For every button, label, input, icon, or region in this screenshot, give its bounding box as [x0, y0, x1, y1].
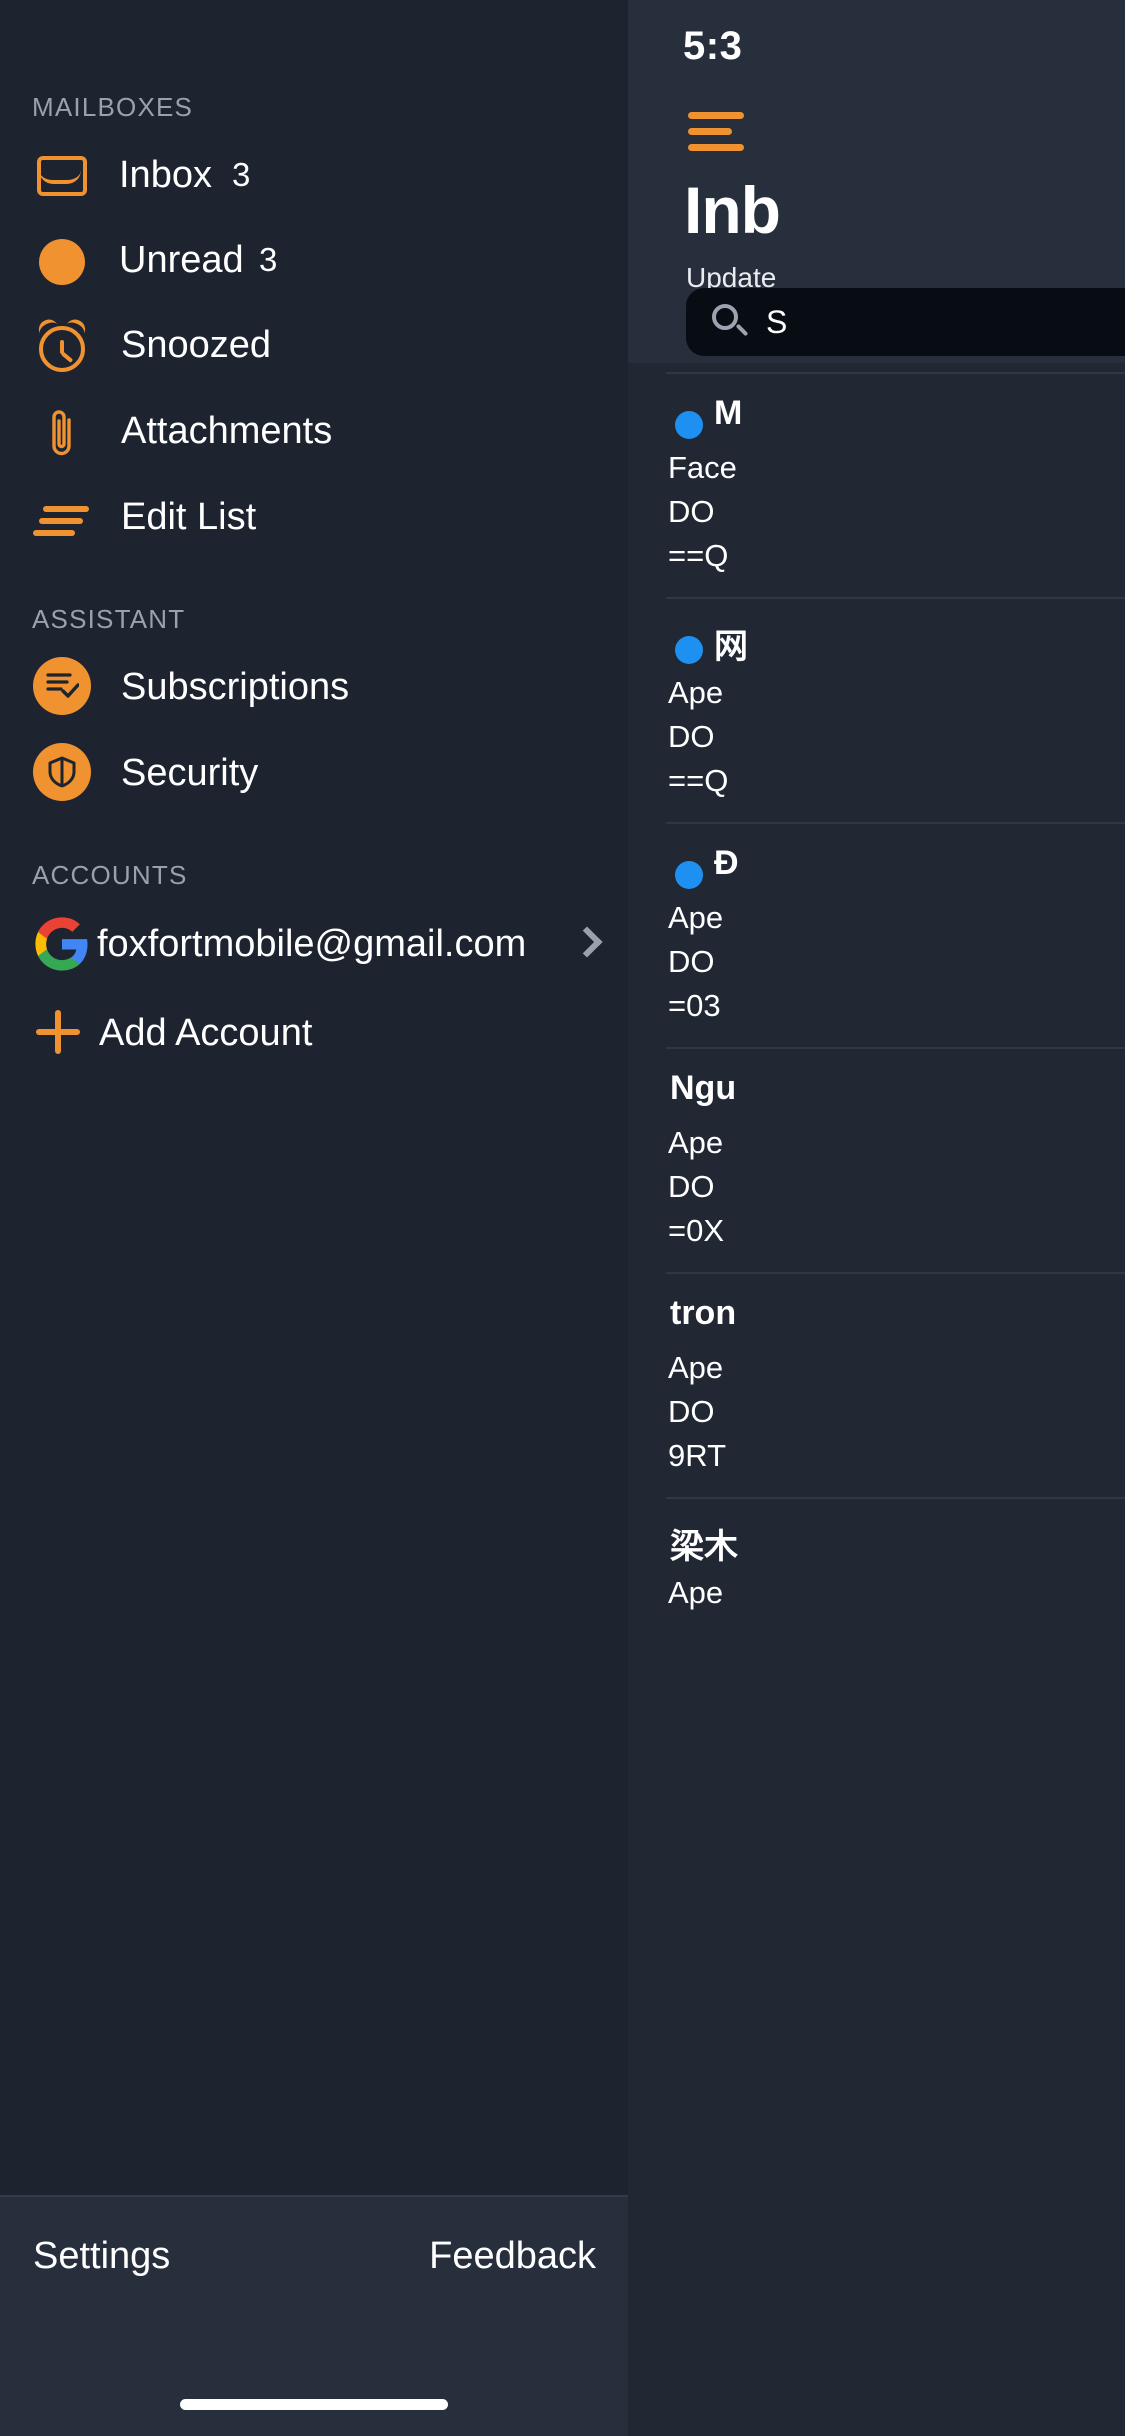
mail-preview-line-2: =0X — [668, 1213, 725, 1248]
sidebar-item-label-unread: Unread — [119, 239, 244, 281]
status-bar-time: 5:3 — [683, 24, 743, 68]
home-indicator — [180, 2399, 448, 2410]
sidebar-item-attachments[interactable]: Attachments — [0, 388, 628, 474]
mail-sender: 网 — [714, 628, 748, 666]
unread-indicator-dot — [675, 861, 703, 889]
inbox-icon — [33, 132, 89, 218]
list-separator — [666, 1047, 1125, 1049]
sidebar-item-label-add-account: Add Account — [99, 1012, 313, 1054]
sidebar-badge-unread: 3 — [259, 241, 278, 278]
mail-preview-line-1: DO — [668, 1394, 715, 1429]
shield-icon — [33, 730, 91, 816]
search-input-value: S — [766, 304, 788, 340]
sidebar-item-label-account: foxfortmobile@gmail.com — [97, 923, 527, 965]
search-input[interactable]: S — [686, 288, 1125, 356]
mail-preview-line-1: DO — [668, 719, 715, 754]
mail-preview-line-1: DO — [668, 494, 715, 529]
sidebar-item-snoozed[interactable]: Snoozed — [0, 302, 628, 388]
list-separator — [666, 1272, 1125, 1274]
mail-subject: Ape — [668, 1575, 724, 1610]
chevron-right-icon[interactable] — [571, 926, 603, 958]
sidebar-item-security[interactable]: Security — [0, 730, 628, 816]
google-icon — [35, 917, 88, 971]
mail-sender: Ngu — [670, 1069, 737, 1107]
inbox-panel: 5:3 Inb Update S M Face DO ==Q 网 Ape DO ==Q Ð Ape… — [628, 0, 1125, 2436]
mail-preview-line-2: 9RT — [668, 1438, 727, 1473]
sidebar-item-label-edit-list: Edit List — [121, 496, 257, 538]
mail-subject: Ape — [668, 900, 724, 935]
mail-sender: M — [714, 394, 743, 432]
hamburger-bar-3 — [688, 144, 744, 151]
mail-preview-line-1: DO — [668, 1169, 715, 1204]
feedback-button[interactable]: Feedback — [429, 2235, 596, 2278]
subscriptions-icon — [33, 644, 91, 730]
sidebar-item-inbox[interactable]: Inbox 3 — [0, 132, 628, 218]
edit-list-icon — [33, 474, 89, 560]
mail-list-item[interactable]: 梁木 Ape — [628, 1497, 1125, 1722]
unread-indicator-dot — [675, 636, 703, 664]
sidebar-item-label-subscriptions: Subscriptions — [121, 666, 350, 708]
mail-list-item[interactable]: M Face DO ==Q — [628, 372, 1125, 597]
inbox-header: 5:3 Inb Update S — [628, 0, 1125, 363]
hamburger-bar-1 — [688, 112, 744, 119]
mail-sender: 梁木 — [670, 1528, 738, 1566]
sidebar-drawer: MAILBOXES Inbox 3 Unread 3 Snoozed Attac… — [0, 0, 628, 2436]
list-separator — [666, 1497, 1125, 1499]
unread-indicator-dot — [675, 411, 703, 439]
plus-icon — [36, 1010, 80, 1054]
section-header-accounts: ACCOUNTS — [32, 860, 188, 890]
list-separator — [666, 822, 1125, 824]
settings-button[interactable]: Settings — [33, 2235, 170, 2278]
list-separator — [666, 372, 1125, 374]
list-separator — [666, 597, 1125, 599]
sidebar-item-unread[interactable]: Unread 3 — [0, 217, 628, 303]
sidebar-item-label-security: Security — [121, 752, 259, 794]
hamburger-bar-2 — [688, 128, 732, 135]
mail-subject: Face — [668, 450, 737, 485]
mail-subject: Ape — [668, 675, 724, 710]
app-screen: 5:3 Inb Update S M Face DO ==Q 网 Ape DO ==Q Ð Ape… — [0, 0, 1125, 2436]
sidebar-item-label-attachments: Attachments — [121, 410, 333, 452]
mail-subject: Ape — [668, 1125, 724, 1160]
sidebar-footer: Settings Feedback — [0, 2195, 628, 2436]
mail-preview-line-2: ==Q — [668, 763, 729, 798]
sidebar-item-edit-list[interactable]: Edit List — [0, 474, 628, 560]
mail-preview-line-2: =03 — [668, 988, 721, 1023]
unread-dot-icon — [33, 217, 89, 303]
section-header-assistant: ASSISTANT — [32, 604, 186, 634]
sidebar-item-account[interactable]: foxfortmobile@gmail.com — [0, 901, 628, 987]
mail-list-item[interactable]: tron Ape DO 9RT — [628, 1272, 1125, 1497]
sidebar-item-label-inbox: Inbox — [119, 154, 212, 196]
alarm-clock-icon — [33, 302, 89, 388]
search-icon — [710, 302, 750, 342]
section-header-mailboxes: MAILBOXES — [32, 92, 194, 122]
sidebar-item-label-snoozed: Snoozed — [121, 324, 272, 366]
page-title: Inb — [684, 173, 781, 247]
hamburger-menu-icon[interactable] — [688, 112, 744, 152]
mail-list-item[interactable]: Ngu Ape DO =0X — [628, 1047, 1125, 1272]
mail-preview-line-2: ==Q — [668, 538, 729, 573]
sidebar-item-subscriptions[interactable]: Subscriptions — [0, 644, 628, 730]
sidebar-badge-inbox: 3 — [232, 156, 251, 193]
mail-subject: Ape — [668, 1350, 724, 1385]
mail-list-item[interactable]: 网 Ape DO ==Q — [628, 597, 1125, 822]
mail-sender: tron — [670, 1294, 737, 1332]
mail-sender: Ð — [714, 844, 739, 882]
mail-preview-line-1: DO — [668, 944, 715, 979]
sidebar-item-add-account[interactable]: Add Account — [0, 990, 628, 1076]
paperclip-icon — [33, 388, 89, 474]
mail-list-item[interactable]: Ð Ape DO =03 — [628, 822, 1125, 1047]
